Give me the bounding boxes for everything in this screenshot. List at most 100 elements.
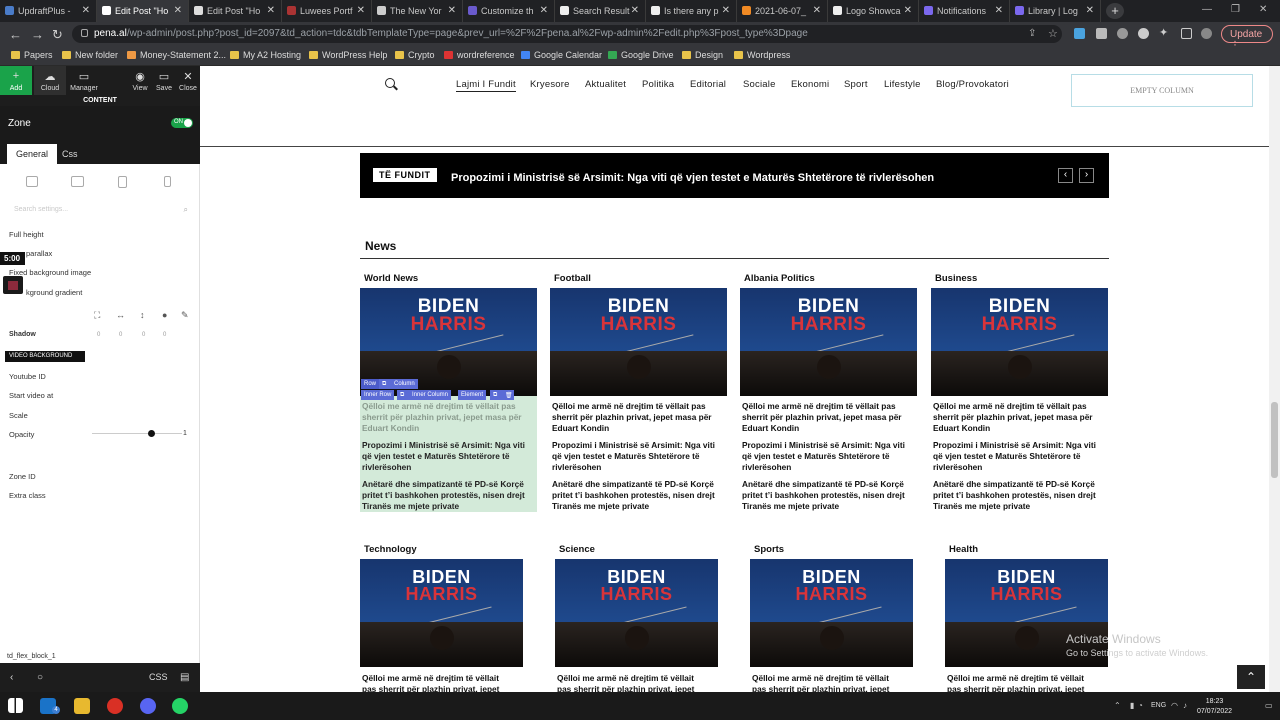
news-card-football[interactable]: Football BIDEN HARRIS Qëlloi me armë në d… bbox=[550, 271, 727, 521]
browser-tab[interactable]: Luwees Portf ✕ bbox=[282, 0, 372, 22]
nav-item-sport[interactable]: Sport bbox=[844, 79, 868, 90]
bookmark-item[interactable]: Google Calendar bbox=[521, 50, 602, 60]
css-button[interactable]: CSS bbox=[149, 672, 168, 682]
news-thumbnail[interactable]: BIDEN HARRIS bbox=[550, 288, 727, 396]
start-icon[interactable] bbox=[8, 698, 23, 713]
headline[interactable]: Propozimi i Ministrisë së Arsimit: Nga v… bbox=[742, 440, 914, 473]
back-to-top-button[interactable]: ⌃ bbox=[1237, 665, 1265, 689]
headline-line[interactable]: pas sherrit për plazhin privat, jepet bbox=[947, 684, 1110, 692]
headline-line[interactable]: Qëlloi me armë në drejtim të vëllait bbox=[557, 673, 720, 684]
expand-icon[interactable]: ⛶ bbox=[94, 310, 100, 321]
ticker-prev-icon[interactable]: ‹ bbox=[1058, 168, 1073, 183]
vertical-arrows-icon[interactable]: ↕ bbox=[140, 310, 145, 320]
nav-item-lajmi-i-fundit[interactable]: Lajmi I Fundit bbox=[456, 79, 516, 92]
tab-close-icon[interactable]: ✕ bbox=[995, 5, 1003, 16]
zone-toggle[interactable]: ON bbox=[171, 118, 193, 128]
browser-tab[interactable]: Notifications ✕ bbox=[919, 0, 1010, 22]
cloud-button[interactable]: ☁ Cloud bbox=[34, 66, 66, 95]
nav-item-aktualitet[interactable]: Aktualitet bbox=[585, 79, 626, 90]
headline-line[interactable]: Qëlloi me armë në drejtim të vëllait bbox=[947, 673, 1110, 684]
browser-tab[interactable]: 2021-06-07_ ✕ bbox=[737, 0, 828, 22]
bookmark-item[interactable]: Wordpress bbox=[734, 50, 790, 60]
tab-close-icon[interactable]: ✕ bbox=[631, 5, 639, 16]
back-icon[interactable]: ← bbox=[9, 27, 22, 42]
headline-line[interactable]: pas sherrit për plazhin privat, jepet bbox=[752, 684, 915, 692]
minimize-icon[interactable]: — bbox=[1202, 4, 1212, 15]
column-edit-badge[interactable]: Column bbox=[391, 379, 418, 389]
news-thumbnail[interactable]: BIDEN HARRIS bbox=[750, 559, 913, 667]
browser-tab[interactable]: Customize th ✕ bbox=[463, 0, 555, 22]
add-button[interactable]: + Add bbox=[0, 66, 32, 95]
shadow-value[interactable]: 0 bbox=[119, 332, 122, 338]
tab-close-icon[interactable]: ✕ bbox=[267, 5, 275, 16]
inner-row-copy-icon[interactable]: ⧉ bbox=[397, 390, 409, 400]
collapse-arrow-icon[interactable]: ‹ bbox=[10, 672, 13, 683]
forward-icon[interactable]: → bbox=[31, 27, 44, 42]
opacity-slider-handle[interactable] bbox=[148, 430, 155, 437]
shadow-value[interactable]: 0 bbox=[163, 332, 166, 338]
browser-tab[interactable]: Library | Log ✕ bbox=[1010, 0, 1101, 22]
news-card-sports[interactable]: Sports BIDEN HARRIS Qëlloi me armë në dre… bbox=[750, 542, 915, 692]
desktop-icon[interactable] bbox=[26, 176, 38, 187]
news-thumbnail[interactable]: BIDEN HARRIS bbox=[740, 288, 917, 396]
tab-close-icon[interactable]: ✕ bbox=[357, 5, 365, 16]
element-copy-icon[interactable]: ⧉ bbox=[490, 390, 502, 400]
extension-icon[interactable] bbox=[1074, 28, 1085, 39]
nav-item-politika[interactable]: Politika bbox=[642, 79, 674, 90]
headline[interactable]: Propozimi i Ministrisë së Arsimit: Nga v… bbox=[552, 440, 724, 473]
scrollbar-thumb[interactable] bbox=[1271, 402, 1278, 478]
news-card-business[interactable]: Business BIDEN HARRIS Qëlloi me armë në d… bbox=[931, 271, 1108, 521]
headline[interactable]: Anëtarë dhe simpatizantë të PD-së Korçë … bbox=[552, 479, 724, 512]
profile-avatar[interactable] bbox=[1201, 28, 1212, 39]
news-thumbnail[interactable]: BIDEN HARRIS bbox=[931, 288, 1108, 396]
manager-button[interactable]: ▭ Manager bbox=[67, 66, 101, 95]
tab-close-icon[interactable]: ✕ bbox=[722, 5, 730, 16]
category-title[interactable]: Albania Politics bbox=[744, 273, 815, 284]
color-swatch[interactable] bbox=[3, 276, 23, 294]
volume-icon[interactable]: ♪ bbox=[1183, 701, 1187, 710]
bookmark-item[interactable]: Design bbox=[682, 50, 723, 60]
headline[interactable]: Anëtarë dhe simpatizantë të PD-së Korçë … bbox=[742, 479, 914, 512]
chrome-icon[interactable] bbox=[107, 698, 123, 714]
extension-icon[interactable] bbox=[1117, 28, 1128, 39]
page-scrollbar[interactable] bbox=[1269, 66, 1280, 692]
headline[interactable]: Anëtarë dhe simpatizantë të PD-së Korçë … bbox=[933, 479, 1105, 512]
row-edit-badge[interactable]: Row bbox=[361, 379, 380, 389]
tab-close-icon[interactable]: ✕ bbox=[904, 5, 912, 16]
ticker-next-icon[interactable]: › bbox=[1079, 168, 1094, 183]
news-card-health[interactable]: Health BIDEN HARRIS Qëlloi me armë në dre… bbox=[945, 542, 1110, 692]
update-button[interactable]: Update ⋮ bbox=[1221, 25, 1273, 51]
bookmark-star-icon[interactable]: ☆ bbox=[1048, 27, 1059, 40]
category-title[interactable]: Science bbox=[559, 544, 595, 555]
bookmark-item[interactable]: My A2 Hosting bbox=[230, 50, 301, 60]
headline-line[interactable]: Qëlloi me armë në drejtim të vëllait bbox=[362, 673, 525, 684]
bookmark-item[interactable]: Google Drive bbox=[608, 50, 674, 60]
extension-icon[interactable] bbox=[1096, 28, 1107, 39]
tab-close-icon[interactable]: ✕ bbox=[540, 5, 548, 16]
reload-icon[interactable]: ↻ bbox=[52, 27, 63, 43]
share-icon[interactable]: ⇪ bbox=[1028, 28, 1039, 39]
new-tab-button[interactable]: + bbox=[1106, 3, 1124, 19]
category-title[interactable]: World News bbox=[364, 273, 418, 284]
tray-chevron-icon[interactable]: ⌃ bbox=[1114, 701, 1121, 710]
browser-tab[interactable]: Logo Showca ✕ bbox=[828, 0, 919, 22]
clock[interactable]: 18:23 07/07/2022 bbox=[1197, 697, 1232, 717]
shadow-value[interactable]: 0 bbox=[97, 332, 100, 338]
tab-close-icon[interactable]: ✕ bbox=[174, 5, 182, 16]
news-card-world-news[interactable]: World News BIDEN HARRIS Row ⧉ Column Inne… bbox=[360, 271, 537, 521]
window-close-icon[interactable]: ✕ bbox=[1259, 4, 1267, 15]
browser-tab[interactable]: Edit Post "Ho ✕ bbox=[189, 0, 282, 22]
category-title[interactable]: Football bbox=[554, 273, 591, 284]
nav-item-sociale[interactable]: Sociale bbox=[743, 79, 776, 90]
microphone-icon[interactable]: ▮ bbox=[1130, 701, 1134, 710]
bookmark-item[interactable]: wordreference bbox=[444, 50, 515, 60]
tab-close-icon[interactable]: ✕ bbox=[1086, 5, 1094, 16]
headline[interactable]: Qëlloi me armë në drejtim të vëllait pas… bbox=[933, 401, 1105, 434]
language-indicator[interactable]: ENG bbox=[1151, 702, 1166, 709]
browser-tab[interactable]: UpdraftPlus - ✕ bbox=[0, 0, 97, 22]
headline[interactable]: Propozimi i Ministrisë së Arsimit: Nga v… bbox=[933, 440, 1105, 473]
extension-icon[interactable] bbox=[1138, 28, 1149, 39]
horizontal-arrows-icon[interactable]: ↔ bbox=[116, 310, 125, 320]
side-panel-icon[interactable] bbox=[1181, 28, 1192, 39]
row-copy-icon[interactable]: ⧉ bbox=[379, 379, 391, 389]
